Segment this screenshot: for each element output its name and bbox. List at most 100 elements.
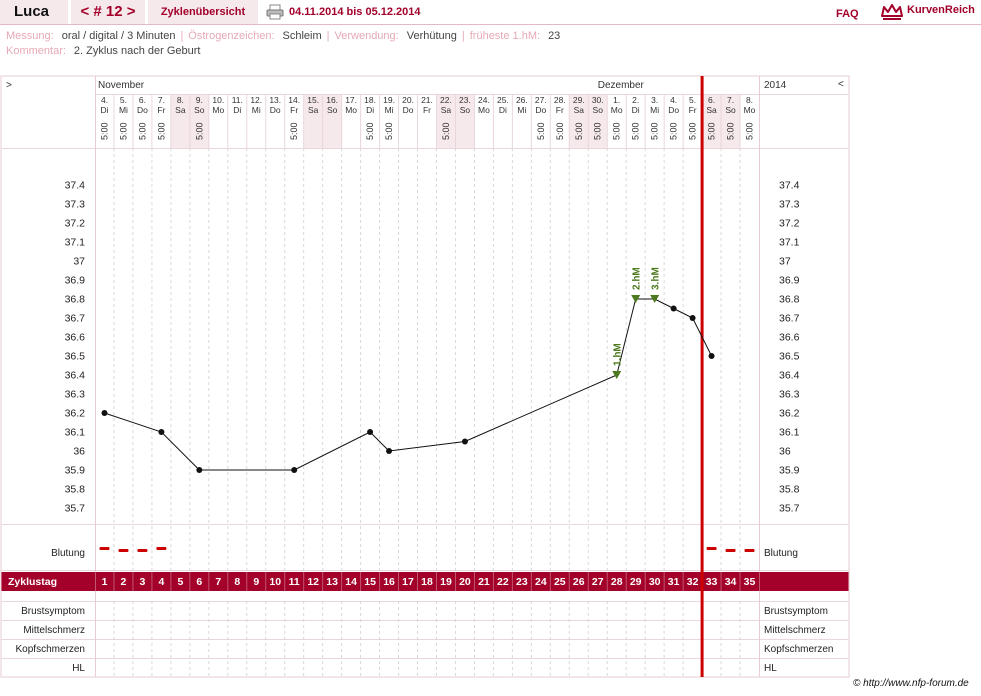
bleeding-marker <box>706 547 717 550</box>
y-tick-right: 36.1 <box>779 427 800 439</box>
y-tick-left: 36.1 <box>65 427 86 439</box>
date-range: 04.11.2014 bis 05.12.2014 <box>289 6 421 18</box>
label-mittelschmerz: Mittelschmerz <box>23 625 85 636</box>
label-hl-right: HL <box>764 663 777 674</box>
day-weekday: Sa <box>574 105 585 115</box>
y-tick-left: 36.7 <box>65 313 86 325</box>
measure-time: 5:00 <box>137 122 147 140</box>
temperature-point <box>670 305 677 312</box>
cycle-day-number: 30 <box>649 576 661 588</box>
label-blutung-right: Blutung <box>764 548 798 559</box>
prev-cycle-button[interactable]: < <box>80 3 89 20</box>
y-tick-right: 37.4 <box>779 180 800 192</box>
y-tick-left: 36.4 <box>65 370 86 382</box>
temperature-point <box>689 315 696 321</box>
y-tick-right: 35.9 <box>779 465 800 477</box>
label-hl: HL <box>72 663 85 674</box>
day-date: 28. <box>554 95 566 105</box>
day-weekday: Fr <box>157 105 165 115</box>
logo-text: KurvenReich <box>907 4 975 16</box>
crown-icon <box>881 4 903 20</box>
day-date: 8. <box>177 95 184 105</box>
y-tick-left: 35.7 <box>65 503 86 515</box>
cycle-overview-button[interactable]: Zyklenübersicht <box>148 0 258 24</box>
frueheste-value: 23 <box>548 30 561 42</box>
temperature-point <box>708 353 715 359</box>
measure-time: 5:00 <box>574 122 584 140</box>
kommentar-label: Kommentar: <box>6 45 66 57</box>
y-tick-right: 36.6 <box>779 332 800 344</box>
day-weekday: Fr <box>689 105 697 115</box>
day-weekday: Di <box>233 105 241 115</box>
cycle-day-number: 14 <box>345 576 357 588</box>
y-tick-right: 36.4 <box>779 370 800 382</box>
cycle-day-number: 8 <box>234 576 240 588</box>
cycle-day-number: 3 <box>140 576 146 588</box>
day-date: 14. <box>288 95 300 105</box>
cycle-day-number: 16 <box>383 576 395 588</box>
day-date: 16. <box>326 95 338 105</box>
cycle-day-number: 20 <box>459 576 471 588</box>
day-weekday: Do <box>270 105 281 115</box>
y-tick-right: 36.5 <box>779 351 800 363</box>
day-weekday: Sa <box>706 105 717 115</box>
bleeding-marker <box>137 549 148 552</box>
y-tick-left: 37.4 <box>65 180 86 192</box>
day-weekday: So <box>327 105 338 115</box>
measure-time: 5:00 <box>156 122 166 140</box>
day-weekday: Sa <box>175 105 186 115</box>
next-cycle-button[interactable]: > <box>127 3 136 20</box>
day-date: 1. <box>613 95 620 105</box>
day-date: 15. <box>307 95 319 105</box>
copyright-credit: © http://www.nfp-forum.de <box>853 678 969 689</box>
day-weekday: Fr <box>556 105 564 115</box>
scroll-right-arrow[interactable]: < <box>838 79 844 90</box>
label-blutung: Blutung <box>51 548 85 559</box>
y-tick-right: 37 <box>779 256 791 268</box>
day-date: 11. <box>232 95 243 105</box>
day-weekday: Fr <box>423 105 431 115</box>
day-weekday: Mi <box>650 105 659 115</box>
day-weekday: So <box>194 105 205 115</box>
temperature-point <box>158 429 165 435</box>
comment-info: Kommentar: 2. Zyklus nach der Geburt <box>6 45 200 57</box>
verwendung-value: Verhütung <box>406 30 457 42</box>
printer-icon[interactable] <box>266 4 284 20</box>
day-date: 25. <box>497 95 509 105</box>
cycle-day-number: 33 <box>706 576 718 588</box>
cycle-day-number: 15 <box>364 576 376 588</box>
cycle-day-number: 24 <box>535 576 547 588</box>
scroll-left-arrow[interactable]: > <box>6 80 12 91</box>
measure-time: 5:00 <box>612 122 622 140</box>
cycle-day-number: 28 <box>611 576 623 588</box>
brand-logo[interactable]: KurvenReich <box>880 2 975 22</box>
cycle-day-number: 17 <box>402 576 414 588</box>
day-weekday: Do <box>403 105 414 115</box>
day-date: 10. <box>212 95 224 105</box>
hm-annotation: 3.hM <box>651 267 662 290</box>
day-date: 21. <box>421 95 433 105</box>
temperature-line <box>104 298 713 471</box>
measure-time: 5:00 <box>555 122 565 140</box>
verwendung-label: Verwendung: <box>334 30 399 42</box>
y-tick-left: 36.9 <box>65 275 86 287</box>
measure-time: 5:00 <box>384 122 394 140</box>
day-weekday: So <box>725 105 736 115</box>
measure-time: 5:00 <box>365 122 375 140</box>
day-weekday: Mi <box>517 105 526 115</box>
day-date: 12. <box>250 95 262 105</box>
cycle-day-number: 10 <box>269 576 281 588</box>
day-weekday: Sa <box>441 105 452 115</box>
cycle-day-number: 4 <box>158 576 164 588</box>
measure-time: 5:00 <box>707 122 717 140</box>
y-tick-left: 36.3 <box>65 389 86 401</box>
label-zyklustag: Zyklustag <box>8 576 57 588</box>
cycle-day-number: 29 <box>630 576 642 588</box>
year-label: 2014 <box>764 80 787 91</box>
cycle-day-number: 6 <box>196 576 202 588</box>
messung-value: oral / digital / 3 Minuten <box>61 30 176 42</box>
cycle-day-number: 27 <box>592 576 604 588</box>
y-tick-right: 36.9 <box>779 275 800 287</box>
label-kopfschmerzen-right: Kopfschmerzen <box>764 644 833 655</box>
day-date: 6. <box>139 95 146 105</box>
